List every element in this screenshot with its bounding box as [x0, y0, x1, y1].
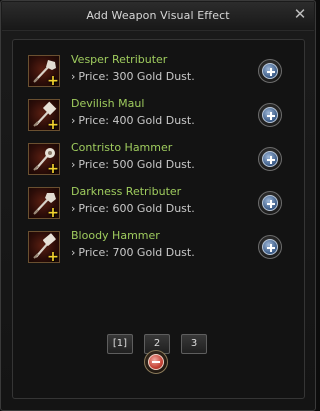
add-effect-button[interactable]	[258, 147, 282, 171]
effect-price: › Price: 600 Gold Dust.	[71, 202, 195, 215]
price-text: Price: 600 Gold Dust.	[78, 202, 195, 215]
effect-price: › Price: 700 Gold Dust.	[71, 246, 195, 259]
effect-price: › Price: 400 Gold Dust.	[71, 114, 195, 127]
title-bar[interactable]: Add Weapon Visual Effect ✕	[2, 2, 314, 31]
plus-badge-icon: +	[47, 161, 59, 175]
add-effect-button[interactable]	[258, 235, 282, 259]
effect-list-panel: + Vesper Retributer › Price: 300 Gold Dus…	[12, 39, 305, 399]
effect-price: › Price: 300 Gold Dust.	[71, 70, 195, 83]
list-item: + Contristo Hammer › Price: 500 Gold Dust…	[13, 139, 306, 179]
add-effect-button[interactable]	[258, 59, 282, 83]
add-effect-button[interactable]	[258, 103, 282, 127]
plus-badge-icon: +	[47, 117, 59, 131]
plus-icon	[262, 107, 278, 123]
effect-price: › Price: 500 Gold Dust.	[71, 158, 195, 171]
plus-icon	[262, 151, 278, 167]
effect-name: Devilish Maul	[71, 97, 145, 110]
window-title: Add Weapon Visual Effect	[86, 9, 230, 22]
chevron-right-icon: ›	[71, 70, 76, 83]
mace-icon: +	[28, 187, 60, 219]
page-button-1[interactable]: [1]	[107, 334, 133, 354]
list-item: + Vesper Retributer › Price: 300 Gold Dus…	[13, 51, 306, 91]
chevron-right-icon: ›	[71, 114, 76, 127]
add-effect-button[interactable]	[258, 191, 282, 215]
maul-icon: +	[28, 99, 60, 131]
plus-badge-icon: +	[47, 249, 59, 263]
price-text: Price: 700 Gold Dust.	[78, 246, 195, 259]
weapon-effect-window: Add Weapon Visual Effect ✕ + Vesper Retr…	[0, 0, 316, 411]
list-item: + Devilish Maul › Price: 400 Gold Dust.	[13, 95, 306, 135]
plus-icon	[262, 239, 278, 255]
minus-icon	[148, 354, 164, 370]
chevron-right-icon: ›	[71, 246, 76, 259]
effect-name: Bloody Hammer	[71, 229, 160, 242]
chevron-right-icon: ›	[71, 202, 76, 215]
effect-name: Darkness Retributer	[71, 185, 182, 198]
list-item: + Darkness Retributer › Price: 600 Gold D…	[13, 183, 306, 223]
plus-icon	[262, 195, 278, 211]
effect-name: Contristo Hammer	[71, 141, 173, 154]
mace-icon: +	[28, 55, 60, 87]
effect-name: Vesper Retributer	[71, 53, 168, 66]
hammer-icon: +	[28, 143, 60, 175]
price-text: Price: 500 Gold Dust.	[78, 158, 195, 171]
price-text: Price: 300 Gold Dust.	[78, 70, 195, 83]
plus-icon	[262, 63, 278, 79]
page-button-3[interactable]: 3	[181, 334, 207, 354]
remove-effect-button[interactable]	[144, 350, 168, 374]
hammer-icon: +	[28, 231, 60, 263]
list-item: + Bloody Hammer › Price: 700 Gold Dust.	[13, 227, 306, 267]
plus-badge-icon: +	[47, 73, 59, 87]
close-icon[interactable]: ✕	[292, 6, 308, 22]
chevron-right-icon: ›	[71, 158, 76, 171]
price-text: Price: 400 Gold Dust.	[78, 114, 195, 127]
plus-badge-icon: +	[47, 205, 59, 219]
